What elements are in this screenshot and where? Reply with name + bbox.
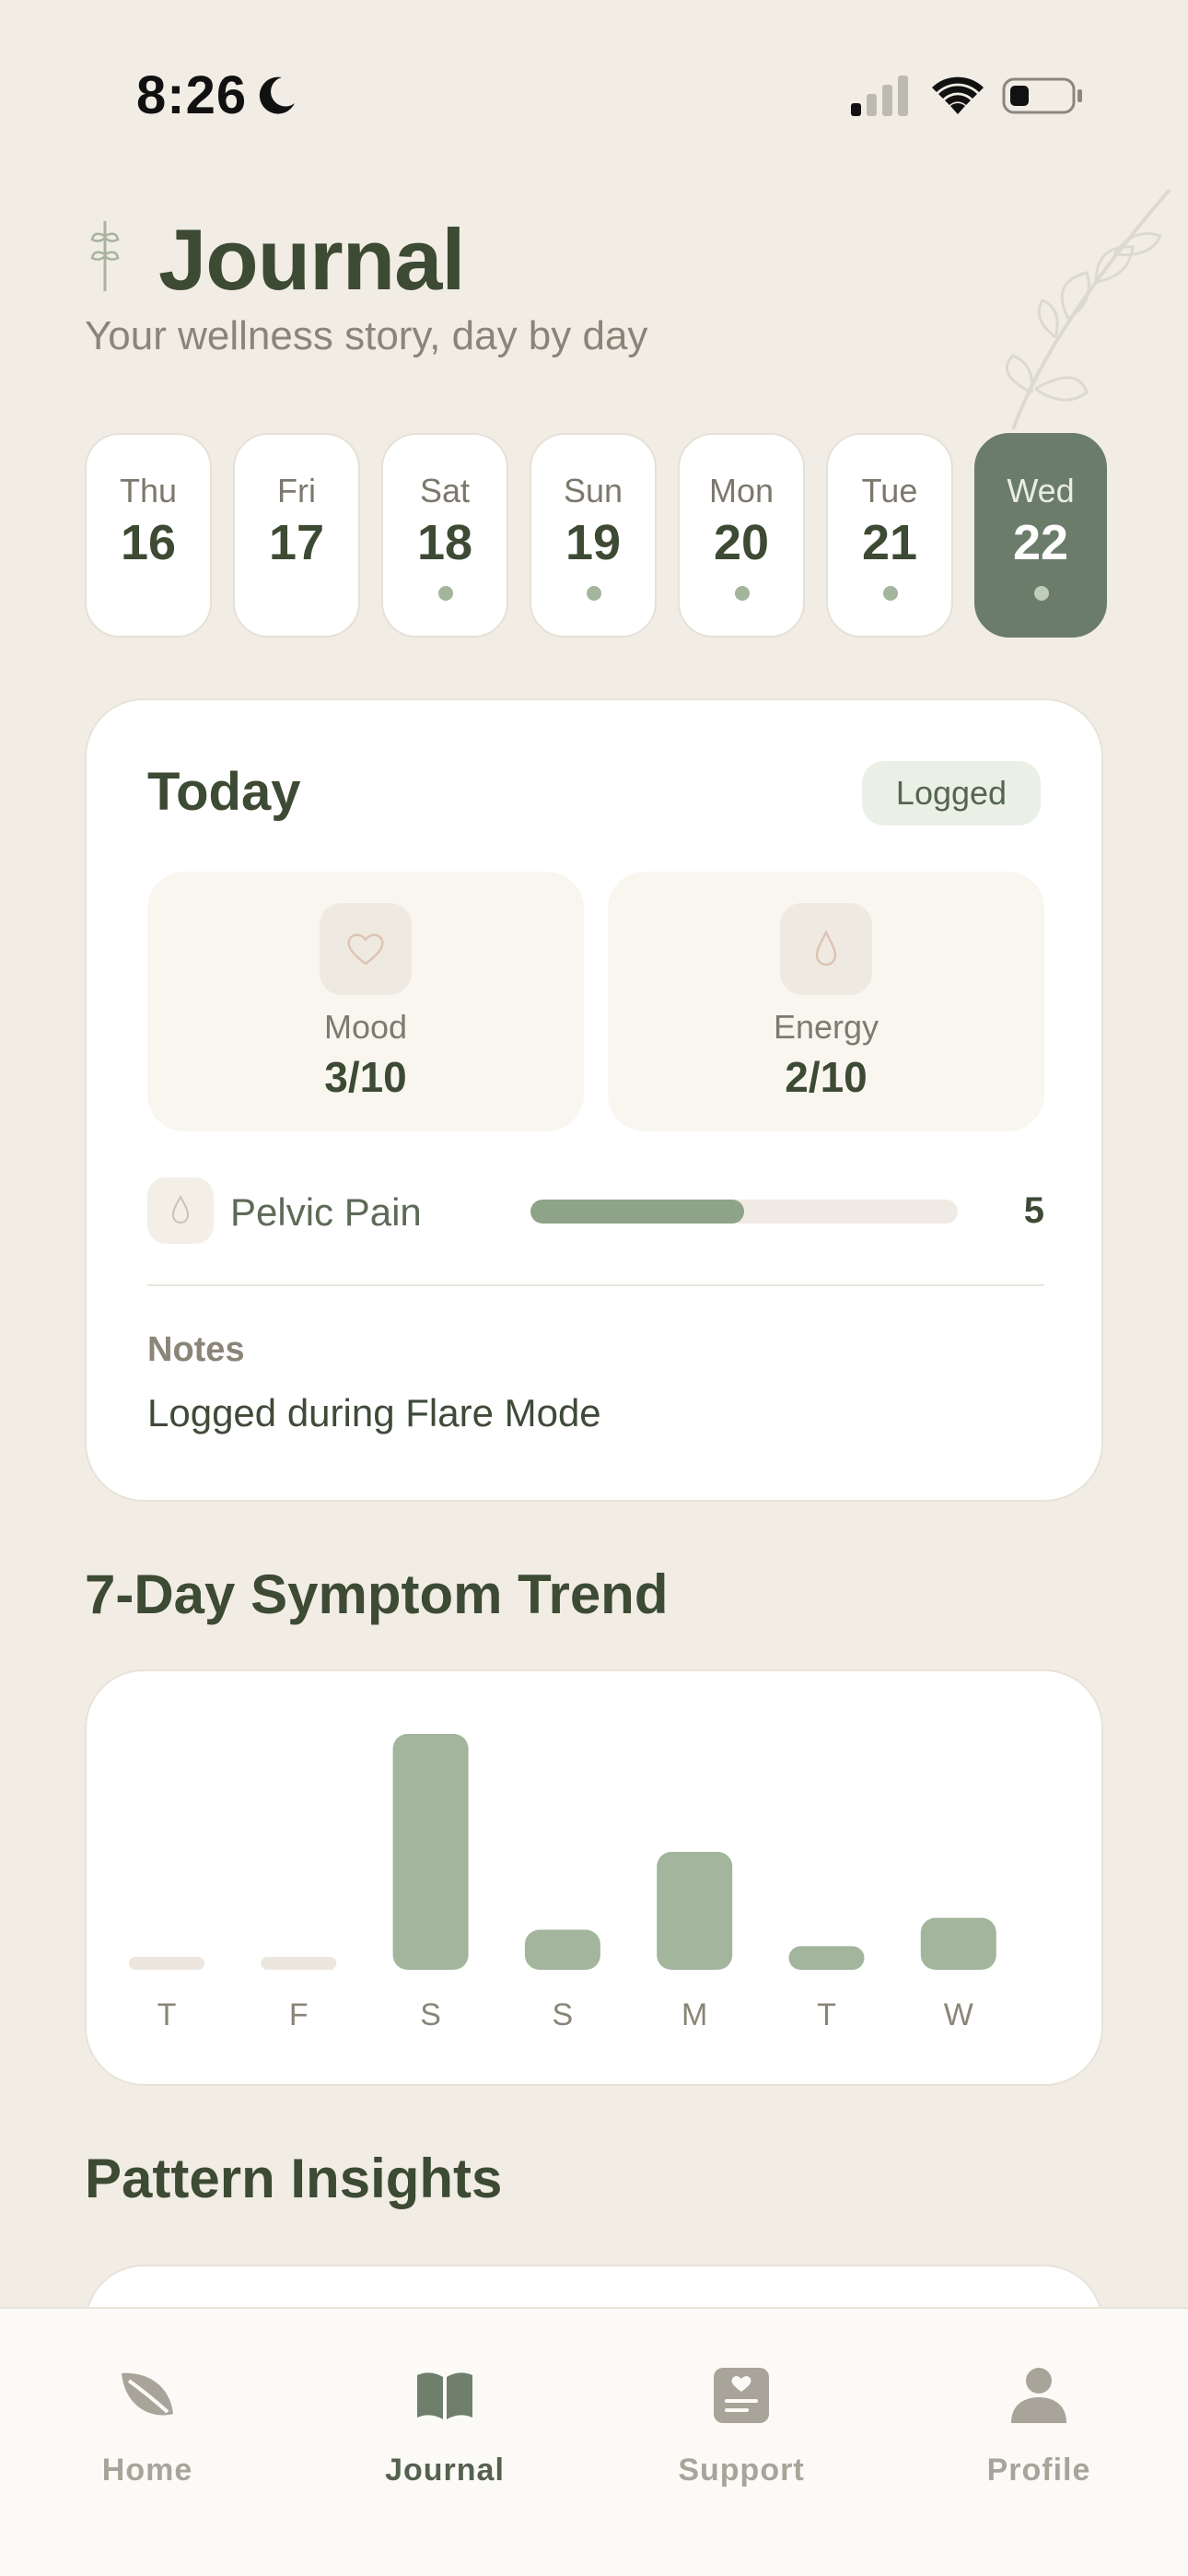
mood-value: 3/10 <box>324 1053 407 1101</box>
energy-value: 2/10 <box>785 1053 868 1101</box>
leaf-icon <box>122 2372 173 2416</box>
today-title: Today <box>147 762 301 822</box>
status-bar: 8:26 <box>0 0 1188 184</box>
trend-tick-label: S <box>553 1997 574 2032</box>
day-name: Thu <box>119 472 178 509</box>
day-mon-20[interactable]: Mon 20 <box>678 433 805 638</box>
tab-label: Support <box>678 2453 805 2488</box>
trend-bar-3 <box>524 1929 600 1970</box>
day-name: Tue <box>861 472 918 509</box>
pelvic-pain-bar-fill <box>530 1200 744 1224</box>
battery-icon <box>1002 77 1082 114</box>
mood-label: Mood <box>323 1008 408 1046</box>
day-thu-16[interactable]: Thu 16 <box>85 433 212 638</box>
notes-text: Logged during Flare Mode <box>147 1391 601 1434</box>
trend-bar-6 <box>920 1917 996 1970</box>
trend-bar-chart: TFSSMTW <box>129 1734 996 2032</box>
trend-bar-5 <box>788 1946 865 1970</box>
pelvic-pain-bar <box>530 1200 958 1224</box>
mood-tile: Mood 3/10 <box>147 872 584 1131</box>
page-subtitle: Your wellness story, day by day <box>85 313 648 358</box>
trend-bar-4 <box>657 1852 733 1970</box>
day-number: 18 <box>416 515 473 570</box>
wifi-icon <box>932 76 984 114</box>
book-icon <box>417 2372 472 2419</box>
insights-section-title: Pattern Insights <box>85 2148 503 2209</box>
trend-tick-label: W <box>944 1997 973 2032</box>
page-title: Journal <box>158 211 466 308</box>
date-selector: Thu 16 Fri 17 Sat 18 Sun 19 Mon 20 Tue 2… <box>85 433 1107 638</box>
trend-tick-label: F <box>289 1997 309 2032</box>
heart-icon <box>320 903 412 995</box>
drop-icon <box>147 1177 214 1244</box>
notes-label: Notes <box>147 1330 245 1369</box>
journal-screen: 8:26 Journal Your wellness story, day by… <box>0 0 1188 2576</box>
day-name: Sat <box>419 472 471 509</box>
tab-label: Home <box>101 2453 193 2488</box>
drop-icon <box>780 903 872 995</box>
sprig-icon <box>90 221 120 291</box>
pelvic-pain-value: 5 <box>1023 1190 1044 1231</box>
day-tue-21[interactable]: Tue 21 <box>826 433 953 638</box>
today-card[interactable]: Today Logged Mood 3/10 Energy 2/10 Pelvi… <box>85 698 1103 1502</box>
energy-tile: Energy 2/10 <box>608 872 1044 1131</box>
trend-tick-label: S <box>420 1997 441 2032</box>
energy-label: Energy <box>773 1008 879 1046</box>
day-sun-19[interactable]: Sun 19 <box>530 433 657 638</box>
day-fri-17[interactable]: Fri 17 <box>233 433 360 638</box>
day-name: Mon <box>708 472 775 509</box>
day-number: 21 <box>861 515 918 570</box>
day-wed-22-selected[interactable]: Wed 22 <box>974 433 1107 638</box>
tab-profile[interactable]: Profile <box>947 2364 1131 2493</box>
trend-section-title: 7-Day Symptom Trend <box>85 1563 669 1625</box>
day-sat-18[interactable]: Sat 18 <box>381 433 508 638</box>
cellular-signal-icon <box>851 76 908 116</box>
tab-support[interactable]: Support <box>649 2364 833 2493</box>
divider <box>147 1284 1044 1286</box>
trend-tick-label: M <box>681 1997 707 2032</box>
day-number: 20 <box>713 515 770 570</box>
logged-dot <box>883 586 898 601</box>
tab-bar: Home Journal Support Profile <box>0 2307 1188 2576</box>
tab-journal[interactable]: Journal <box>353 2364 537 2493</box>
pelvic-pain-label: Pelvic Pain <box>230 1190 422 1234</box>
day-name: Wed <box>1007 472 1075 509</box>
logged-dot <box>587 586 601 601</box>
logged-badge: Logged <box>862 761 1041 825</box>
day-name: Sun <box>563 472 623 509</box>
moon-icon <box>259 76 295 114</box>
day-number: 19 <box>565 515 622 570</box>
trend-tick-label: T <box>817 1997 836 2032</box>
trend-bar-0 <box>129 1957 204 1970</box>
day-name: Fri <box>277 472 316 509</box>
logged-dot <box>438 586 453 601</box>
tab-label: Profile <box>986 2453 1091 2488</box>
tab-home[interactable]: Home <box>55 2364 239 2493</box>
trend-bar-2 <box>392 1734 469 1970</box>
day-number: 16 <box>120 515 177 570</box>
logged-dot <box>1034 586 1049 601</box>
trend-chart-card: TFSSMTW <box>85 1669 1103 2086</box>
trend-bar-1 <box>261 1957 337 1970</box>
status-time: 8:26 <box>136 65 248 125</box>
day-number: 17 <box>268 515 325 570</box>
logged-dot <box>735 586 750 601</box>
plant-decoration-icon <box>1005 188 1171 430</box>
person-icon <box>1011 2368 1066 2423</box>
tab-label: Journal <box>385 2453 505 2488</box>
pelvic-pain-row: Pelvic Pain 5 <box>147 1177 1044 1244</box>
day-number: 22 <box>1012 515 1069 570</box>
message-icon <box>714 2368 769 2423</box>
trend-tick-label: T <box>157 1997 177 2032</box>
